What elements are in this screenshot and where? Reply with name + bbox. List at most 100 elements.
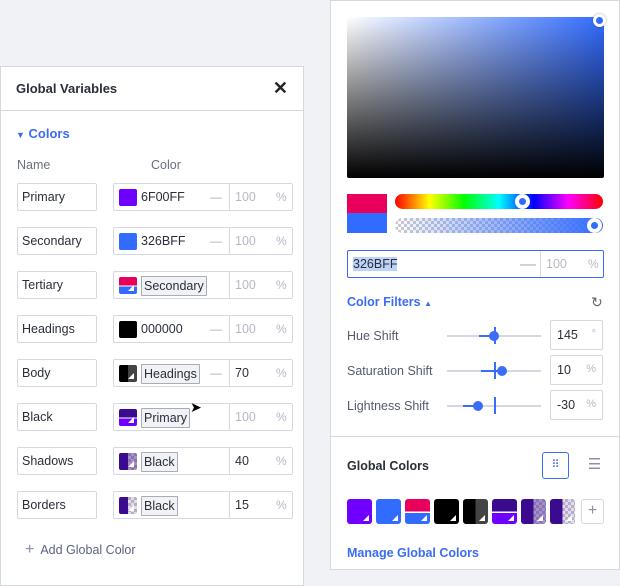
section-label: Colors (28, 126, 70, 141)
hue-slider[interactable] (395, 194, 603, 209)
global-color-swatch[interactable] (405, 499, 430, 524)
color-swatch[interactable] (119, 277, 137, 294)
add-color-button[interactable]: + (581, 499, 604, 524)
name-column-label: Name (17, 158, 51, 172)
list-icon: ☰ (587, 456, 602, 473)
hex-value: 6F00FF (141, 190, 185, 204)
variable-name-input[interactable]: Body (17, 359, 97, 387)
slider-handle[interactable] (497, 366, 507, 376)
global-color-swatch[interactable] (492, 499, 517, 524)
variable-name-input[interactable]: Primary (17, 183, 97, 211)
color-variable-row: Body Headings — 70 % (17, 359, 293, 387)
opacity-value[interactable]: 40 (235, 454, 249, 468)
variable-color-field[interactable]: 6F00FF — 100 % (113, 183, 293, 211)
variable-name-input[interactable]: Headings (17, 315, 97, 343)
color-variable-row: Primary 6F00FF — 100 % (17, 183, 293, 211)
add-label: Add Global Color (40, 543, 136, 557)
color-swatch[interactable] (119, 409, 137, 426)
global-color-swatch[interactable] (347, 499, 372, 524)
variable-color-field[interactable]: Black 15 % (113, 491, 293, 519)
hex-value: 326BFF (353, 257, 398, 271)
color-swatch[interactable] (119, 189, 137, 206)
close-icon[interactable]: ✕ (273, 78, 288, 99)
filter-label: Saturation Shift (347, 364, 433, 378)
opacity-value[interactable]: 100 (235, 190, 256, 204)
global-color-swatch[interactable] (550, 499, 575, 524)
color-swatch[interactable] (119, 365, 137, 382)
percent-unit: % (276, 234, 287, 248)
opacity-value[interactable]: 100 (235, 278, 256, 292)
alpha-slider[interactable] (395, 218, 603, 233)
color-variable-row: Shadows Black 40 % (17, 447, 293, 475)
slider-handle[interactable] (473, 401, 483, 411)
color-variable-row: Tertiary Secondary 100 % (17, 271, 293, 299)
opacity-value[interactable]: 100 (546, 257, 567, 271)
percent-unit: % (276, 410, 287, 424)
variable-color-field[interactable]: Secondary 100 % (113, 271, 293, 299)
mouse-cursor: ➤ (190, 399, 202, 415)
opacity-value[interactable]: 70 (235, 366, 249, 380)
filter-label: Hue Shift (347, 329, 399, 343)
variable-name-input[interactable]: Borders (17, 491, 97, 519)
slider-handle[interactable] (489, 331, 499, 341)
manage-global-colors-link[interactable]: Manage Global Colors (347, 546, 479, 560)
variable-reference-tag[interactable]: Headings (141, 364, 200, 384)
hex-value: 326BFF (141, 234, 186, 248)
saturation-area[interactable] (347, 17, 604, 178)
colors-section-toggle[interactable]: ▼ Colors (16, 126, 70, 141)
grid-view-button[interactable]: ⠿ (542, 452, 569, 479)
panel-title: Global Variables (16, 81, 118, 96)
variable-name-input[interactable]: Secondary (17, 227, 97, 255)
variable-reference-tag[interactable]: Secondary (141, 276, 207, 296)
slider-center-mark (494, 397, 496, 414)
color-swatch[interactable] (119, 453, 137, 470)
previous-color-swatch (347, 194, 387, 213)
add-global-color-button[interactable]: + Add Global Color (25, 541, 136, 559)
current-color-swatch (347, 213, 387, 233)
variable-color-field[interactable]: Black 40 % (113, 447, 293, 475)
global-color-swatch[interactable] (521, 499, 546, 524)
color-filters-toggle[interactable]: Color Filters ▲ (347, 295, 432, 309)
color-swatch[interactable] (119, 321, 137, 338)
filter-value-input[interactable]: 10% (550, 355, 603, 385)
opacity-value[interactable]: 15 (235, 498, 249, 512)
color-variable-row: Headings 000000 — 100 % (17, 315, 293, 343)
color-swatch[interactable] (119, 497, 137, 514)
slider-center-mark (494, 362, 496, 379)
saturation-handle[interactable] (593, 14, 606, 27)
variable-color-field[interactable]: 326BFF — 100 % (113, 227, 293, 255)
global-color-swatch[interactable] (376, 499, 401, 524)
variable-reference-tag[interactable]: Black (141, 496, 178, 516)
reset-icon[interactable]: ↻ (591, 294, 603, 311)
global-color-swatch[interactable] (463, 499, 488, 524)
global-color-swatch[interactable] (434, 499, 459, 524)
opacity-value[interactable]: 100 (235, 234, 256, 248)
percent-unit: % (276, 366, 287, 380)
percent-unit: % (276, 454, 287, 468)
opacity-value[interactable]: 100 (235, 410, 256, 424)
color-variable-row: Borders Black 15 % (17, 491, 293, 519)
hue-handle[interactable] (515, 194, 530, 209)
color-variable-row: Black Primary 100 % (17, 403, 293, 431)
variable-reference-tag[interactable]: Primary (141, 408, 191, 428)
grid-icon: ⠿ (551, 459, 560, 471)
variable-reference-tag[interactable]: Black (141, 452, 178, 472)
variable-color-field[interactable]: Headings — 70 % (113, 359, 293, 387)
alpha-handle[interactable] (587, 218, 602, 233)
variable-name-input[interactable]: Shadows (17, 447, 97, 475)
variable-name-input[interactable]: Black (17, 403, 97, 431)
filter-value-input[interactable]: 145 ° (550, 320, 603, 350)
variable-color-field[interactable]: 000000 — 100 % (113, 315, 293, 343)
variable-name-input[interactable]: Tertiary (17, 271, 97, 299)
global-variables-panel: Global Variables ✕ ▼ Colors Name Color Pr… (0, 66, 304, 586)
percent-unit: % (276, 322, 287, 336)
hex-input[interactable]: 326BFF — 100 % (347, 250, 604, 278)
filter-value-input[interactable]: -30% (550, 390, 603, 420)
caret-down-icon: ▼ (16, 130, 25, 140)
variable-color-field[interactable]: Primary 100 % (113, 403, 293, 431)
color-swatch[interactable] (119, 233, 137, 250)
opacity-value[interactable]: 100 (235, 322, 256, 336)
plus-icon: + (25, 541, 35, 558)
list-view-button[interactable]: ☰ (581, 452, 608, 479)
percent-unit: % (276, 190, 287, 204)
